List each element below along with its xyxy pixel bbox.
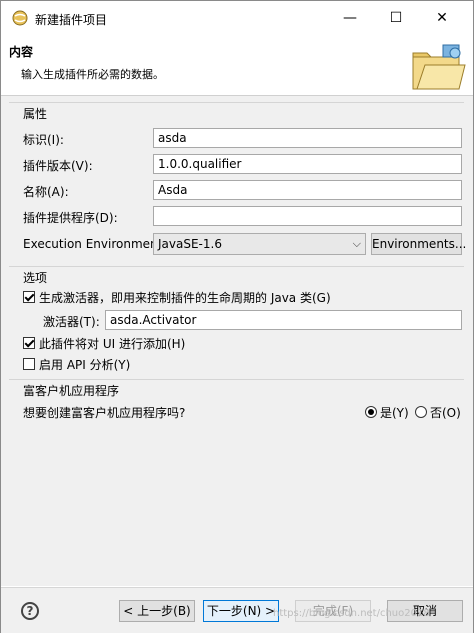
minimize-button[interactable]: —: [327, 1, 373, 35]
execution-environment-label: Execution Environment:: [23, 237, 167, 251]
ui-contribution-label: 此插件将对 UI 进行添加(H): [39, 337, 186, 351]
provider-label: 插件提供程序(D):: [23, 211, 118, 225]
api-analysis-label: 启用 API 分析(Y): [39, 358, 131, 372]
activator-field[interactable]: asda.Activator: [105, 310, 462, 330]
properties-group-title: 属性: [23, 107, 48, 121]
id-field[interactable]: asda: [153, 128, 462, 148]
version-label: 插件版本(V):: [23, 159, 93, 173]
title-bar: 新建插件项目 — ☐ ✕: [1, 1, 473, 35]
rich-client-yes-label: 是(Y): [380, 406, 409, 420]
rich-client-no-radio[interactable]: [415, 406, 427, 418]
help-icon[interactable]: ?: [21, 602, 39, 620]
watermark: https://blog.csdn.net/chuo2018: [273, 608, 430, 619]
maximize-button[interactable]: ☐: [373, 1, 419, 35]
wizard-window: 新建插件项目 — ☐ ✕ 内容 输入生成插件所必需的数据。 属性 标识(I): …: [0, 0, 474, 633]
id-label: 标识(I):: [23, 133, 64, 147]
folder-wizard-icon: [412, 44, 466, 90]
name-field[interactable]: Asda: [153, 180, 462, 200]
rich-client-question: 想要创建富客户机应用程序吗?: [23, 406, 186, 420]
page-title: 内容: [9, 45, 34, 59]
api-analysis-checkbox[interactable]: [23, 358, 35, 370]
window-title: 新建插件项目: [35, 13, 108, 27]
version-field[interactable]: 1.0.0.qualifier: [153, 154, 462, 174]
close-button[interactable]: ✕: [419, 1, 465, 35]
options-group-title: 选项: [23, 271, 48, 285]
chevron-down-icon: ⌵: [352, 237, 361, 250]
generate-activator-checkbox[interactable]: [23, 291, 35, 303]
provider-field[interactable]: [153, 206, 462, 226]
environments-button[interactable]: Environments...: [371, 233, 466, 255]
ui-contribution-checkbox[interactable]: [23, 337, 35, 349]
execution-environment-value: JavaSE-1.6: [158, 237, 222, 251]
activator-label: 激活器(T):: [43, 315, 100, 329]
rich-client-yes-radio[interactable]: [365, 406, 377, 418]
generate-activator-label: 生成激活器，即用来控制插件的生命周期的 Java 类(G): [39, 291, 331, 305]
eclipse-icon: [12, 10, 28, 26]
execution-environment-select[interactable]: JavaSE-1.6 ⌵: [153, 233, 366, 255]
content-area: 属性 标识(I): asda 插件版本(V): 1.0.0.qualifier …: [1, 96, 473, 586]
page-description: 输入生成插件所必需的数据。: [21, 68, 164, 81]
button-bar: ? < 上一步(B) 下一步(N) > 完成(F) 取消 https://blo…: [1, 587, 473, 633]
rich-client-no-label: 否(O): [430, 406, 461, 420]
name-label: 名称(A):: [23, 185, 69, 199]
back-button[interactable]: < 上一步(B): [119, 600, 195, 622]
next-button[interactable]: 下一步(N) >: [203, 600, 279, 622]
rich-client-group-title: 富客户机应用程序: [23, 384, 120, 398]
wizard-banner: 内容 输入生成插件所必需的数据。: [1, 35, 473, 96]
